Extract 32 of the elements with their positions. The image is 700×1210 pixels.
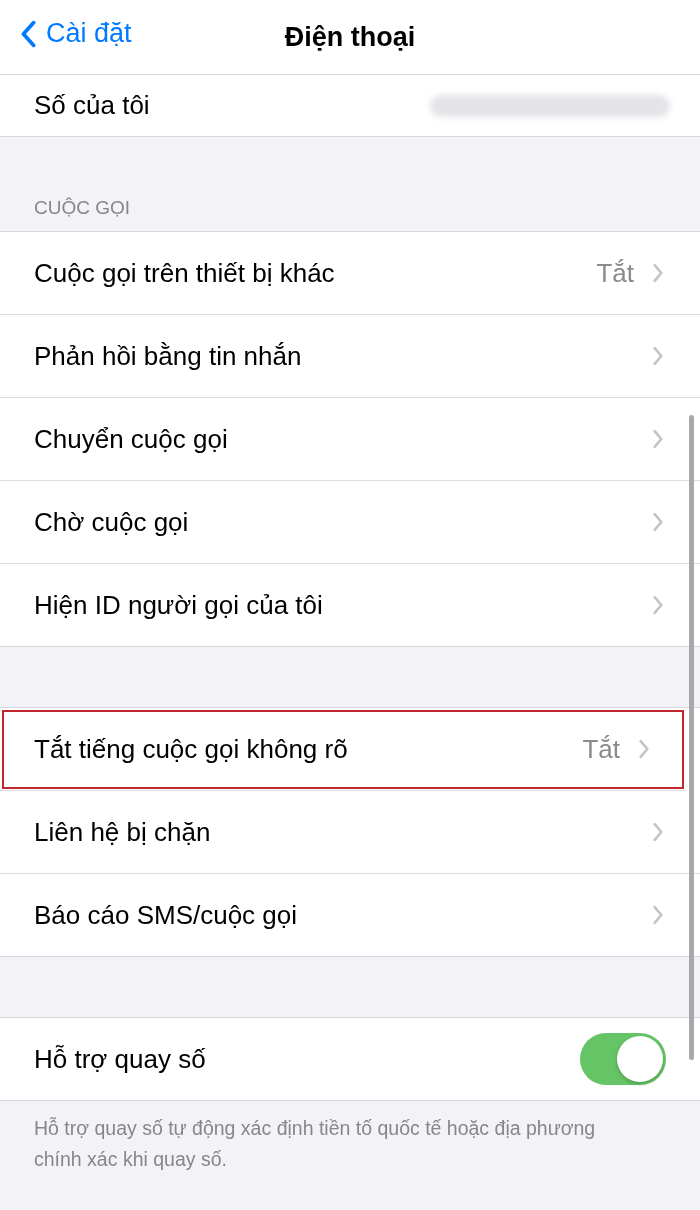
section-footer: Hỗ trợ quay số tự động xác định tiền tố quốc tế hoặc địa phương chính xác khi quay số. — [0, 1101, 700, 1175]
row-label: Số của tôi — [34, 90, 151, 121]
page-title: Điện thoại — [284, 21, 416, 53]
row-label: Hỗ trợ quay số — [34, 1043, 207, 1075]
settings-row[interactable]: Cuộc gọi trên thiết bị khác Tắt — [0, 232, 700, 315]
chevron-icon — [652, 346, 664, 366]
row-label: Chờ cuộc gọi — [34, 506, 190, 538]
chevron-icon — [652, 905, 664, 925]
row-label: Phản hồi bằng tin nhắn — [34, 340, 303, 372]
chevron-icon — [652, 595, 664, 615]
settings-row[interactable]: Báo cáo SMS/cuộc gọi — [0, 874, 700, 956]
chevron-icon — [652, 429, 664, 449]
settings-row[interactable]: Tắt tiếng cuộc gọi không rõ Tắt — [0, 708, 686, 791]
row-value: Tắt — [582, 733, 620, 765]
row-label: Báo cáo SMS/cuộc gọi — [34, 899, 299, 931]
settings-row[interactable]: Số của tôi — [0, 75, 700, 136]
row-label: Cuộc gọi trên thiết bị khác — [34, 257, 336, 289]
chevron-icon — [652, 263, 664, 283]
chevron-icon — [652, 512, 664, 532]
chevron-icon — [638, 739, 650, 759]
row-label: Liên hệ bị chặn — [34, 816, 212, 848]
row-value: Tắt — [596, 257, 634, 289]
settings-row[interactable]: Phản hồi bằng tin nhắn — [0, 315, 700, 398]
back-button[interactable]: Cài đặt — [20, 18, 132, 49]
settings-row[interactable]: Hiện ID người gọi của tôi — [0, 564, 700, 646]
chevron-icon — [652, 822, 664, 842]
back-chevron-icon[interactable] — [20, 19, 36, 48]
row-label: Hiện ID người gọi của tôi — [34, 589, 324, 621]
row-label: Chuyển cuộc gọi — [34, 423, 229, 455]
section-header: CUỘC GỌI — [33, 197, 132, 220]
row-label: Tắt tiếng cuộc gọi không rõ — [34, 733, 349, 765]
toggle-switch[interactable] — [580, 1033, 666, 1085]
